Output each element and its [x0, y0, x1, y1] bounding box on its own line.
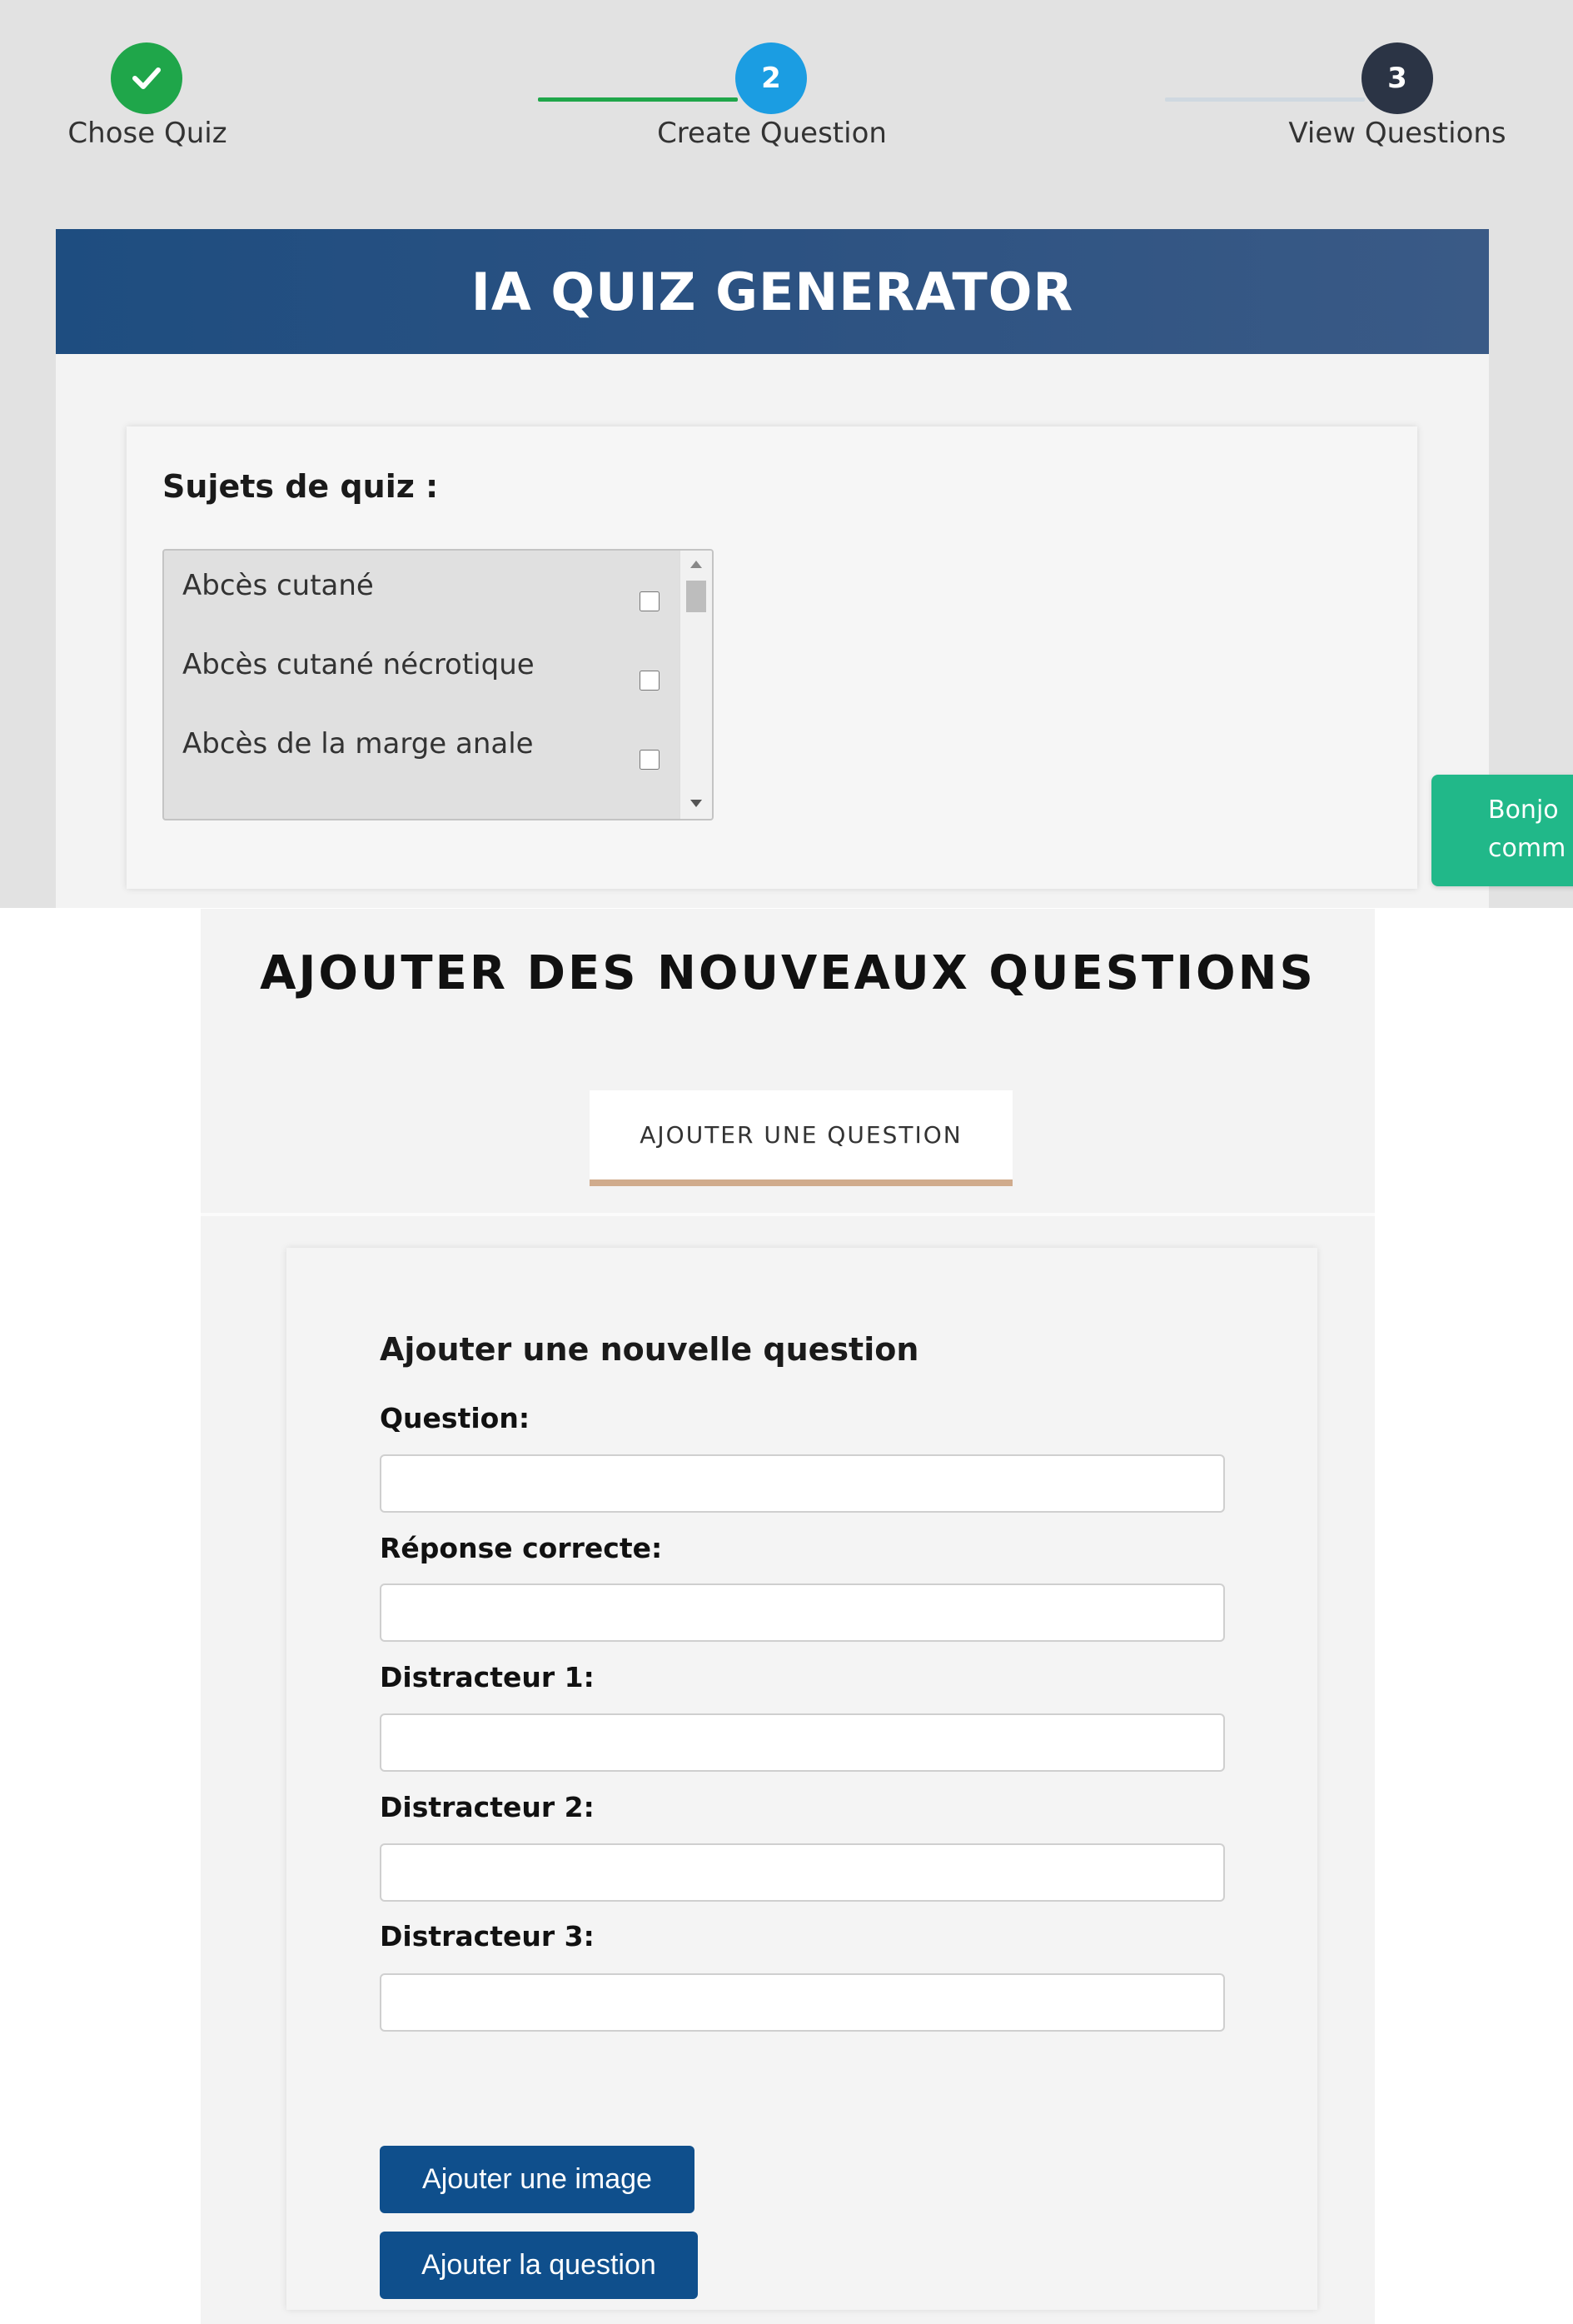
tab-divider — [201, 1213, 1375, 1216]
add-questions-title: AJOUTER DES NOUVEAUX QUESTIONS — [260, 946, 1316, 1000]
step-3-circle[interactable]: 3 — [1361, 42, 1433, 114]
question-label: Question: — [380, 1402, 530, 1434]
subject-checkbox[interactable] — [640, 591, 660, 611]
step-2-circle[interactable]: 2 — [735, 42, 807, 114]
distractor-2-input[interactable] — [380, 1843, 1225, 1902]
distractor-1-label: Distracteur 1: — [380, 1661, 595, 1693]
checkmark-icon — [132, 67, 161, 89]
distractor-1-input[interactable] — [380, 1713, 1225, 1772]
quiz-generator-title: IA QUIZ GENERATOR — [470, 261, 1074, 322]
step-connector-pending — [1165, 97, 1365, 102]
step-3-label: View Questions — [1288, 117, 1506, 150]
subjects-scrollbar[interactable] — [679, 551, 712, 819]
subject-checkbox[interactable] — [640, 671, 660, 691]
quiz-subjects-card: Sujets de quiz : Abcès cutané Abcès cuta… — [127, 426, 1417, 889]
form-title: Ajouter une nouvelle question — [380, 1331, 919, 1368]
add-image-button[interactable]: Ajouter une image — [380, 2146, 694, 2213]
distractor-2-label: Distracteur 2: — [380, 1791, 595, 1823]
chat-widget-text: Bonjo comm — [1488, 795, 1566, 863]
distractor-3-label: Distracteur 3: — [380, 1920, 595, 1952]
question-input[interactable] — [380, 1454, 1225, 1513]
subject-checkbox[interactable] — [640, 750, 660, 770]
quiz-subjects-label: Sujets de quiz : — [162, 468, 439, 505]
correct-answer-label: Réponse correcte: — [380, 1532, 663, 1564]
step-2-label: Create Question — [657, 117, 887, 150]
quiz-selection-panel: Chose Quiz 2 Create Question 3 View Ques… — [0, 0, 1573, 908]
add-question-button[interactable]: Ajouter la question — [380, 2232, 698, 2299]
correct-answer-input[interactable] — [380, 1583, 1225, 1642]
quiz-generator-header: IA QUIZ GENERATOR — [56, 229, 1489, 354]
step-1-label: Chose Quiz — [67, 117, 227, 150]
step-1-circle[interactable] — [111, 42, 182, 114]
scroll-up-arrow-icon[interactable] — [690, 561, 702, 568]
distractor-3-input[interactable] — [380, 1973, 1225, 2032]
add-question-form: Ajouter une nouvelle question Question: … — [286, 1248, 1317, 2310]
quiz-generator-card: IA QUIZ GENERATOR Sujets de quiz : Abcès… — [56, 229, 1489, 908]
tab-add-question[interactable]: AJOUTER UNE QUESTION — [590, 1090, 1013, 1186]
scroll-down-arrow-icon[interactable] — [690, 800, 702, 807]
subject-label: Abcès cutané nécrotique — [182, 648, 535, 681]
chat-widget-button[interactable]: Bonjo comm — [1431, 775, 1573, 886]
add-questions-panel: AJOUTER DES NOUVEAUX QUESTIONS AJOUTER U… — [201, 909, 1375, 2324]
subject-label: Abcès cutané — [182, 569, 374, 602]
step-connector-completed — [538, 97, 738, 102]
scroll-thumb[interactable] — [686, 581, 706, 612]
subject-label: Abcès de la marge anale — [182, 727, 534, 761]
quiz-subjects-list[interactable]: Abcès cutané Abcès cutané nécrotique Abc… — [162, 549, 714, 820]
